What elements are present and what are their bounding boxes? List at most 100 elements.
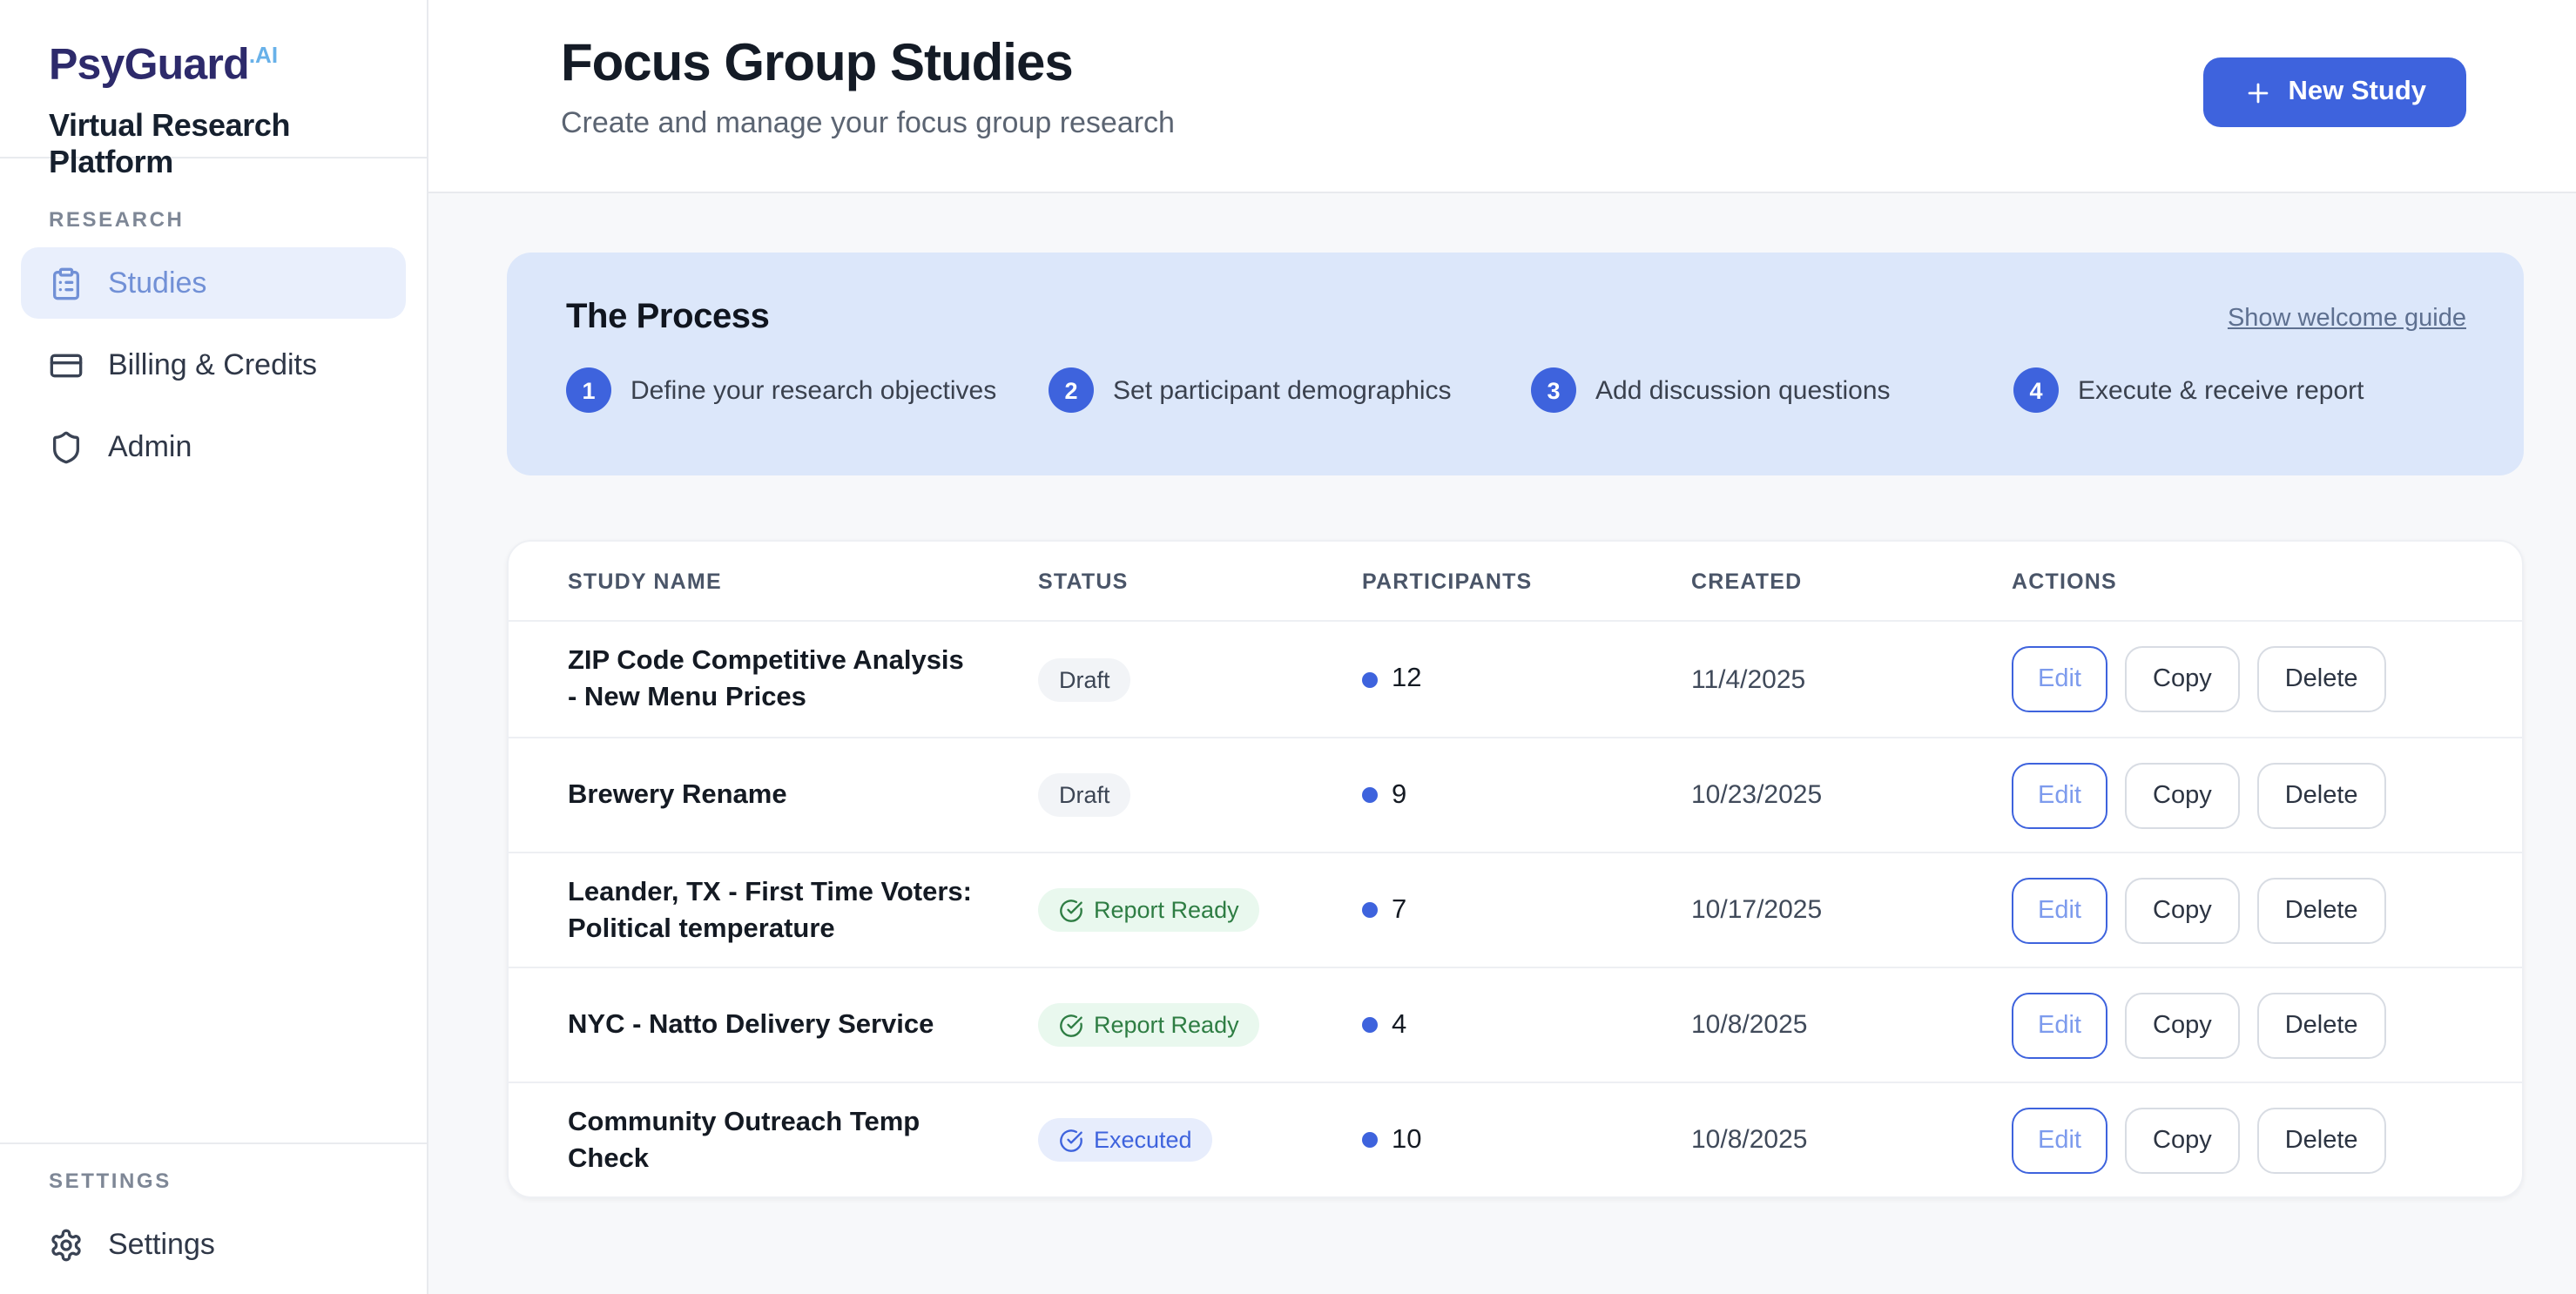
study-name: Brewery Rename	[568, 777, 1038, 813]
participants-dot-icon	[1362, 1017, 1378, 1033]
sidebar-item-label: Settings	[108, 1227, 215, 1262]
copy-button[interactable]: Copy	[2125, 1107, 2240, 1173]
copy-button[interactable]: Copy	[2125, 762, 2240, 828]
delete-button[interactable]: Delete	[2257, 646, 2386, 712]
status-label: Report Ready	[1094, 1012, 1239, 1038]
delete-button[interactable]: Delete	[2257, 877, 2386, 943]
step-number-badge: 1	[566, 367, 611, 413]
delete-button[interactable]: Delete	[2257, 1107, 2386, 1173]
table-row: ZIP Code Competitive Analysis - New Menu…	[509, 622, 2522, 737]
sidebar-nav: RESEARCH Studies Billing & Credits Admin	[0, 207, 427, 482]
column-header-actions: ACTIONS	[2012, 569, 2487, 593]
studies-table: STUDY NAME STATUS PARTICIPANTS CREATED A…	[507, 540, 2524, 1198]
edit-button[interactable]: Edit	[2012, 762, 2107, 828]
brand-suffix: .AI	[249, 42, 278, 68]
table-row: Leander, TX - First Time Voters: Politic…	[509, 852, 2522, 967]
gear-icon	[49, 1227, 84, 1262]
show-welcome-guide-link[interactable]: Show welcome guide	[2228, 304, 2466, 332]
column-header-status: STATUS	[1038, 569, 1362, 593]
study-name: NYC - Natto Delivery Service	[568, 1007, 1038, 1043]
status-label: Draft	[1059, 782, 1110, 808]
study-name: ZIP Code Competitive Analysis - New Menu…	[568, 643, 1038, 716]
sidebar-item-label: Studies	[108, 266, 206, 300]
plus-icon	[2243, 78, 2273, 107]
logo-block: PsyGuard.AI Virtual Research Platform	[0, 0, 427, 158]
edit-button[interactable]: Edit	[2012, 877, 2107, 943]
brand-name: PsyGuard	[49, 41, 249, 90]
new-study-label: New Study	[2289, 77, 2426, 108]
main-content: The Process Show welcome guide 1 Define …	[428, 193, 2576, 1294]
table-row: NYC - Natto Delivery Service Report Read…	[509, 967, 2522, 1082]
sidebar: PsyGuard.AI Virtual Research Platform RE…	[0, 0, 428, 1294]
created-date: 10/23/2025	[1691, 780, 2012, 810]
shield-icon	[49, 429, 84, 464]
status-badge: Draft	[1038, 773, 1131, 817]
edit-button[interactable]: Edit	[2012, 992, 2107, 1058]
participants-count: 10	[1392, 1124, 1422, 1156]
sidebar-item-admin[interactable]: Admin	[21, 411, 406, 482]
credit-card-icon	[49, 347, 84, 382]
process-step-1: 1 Define your research objectives	[566, 367, 1049, 413]
delete-button[interactable]: Delete	[2257, 992, 2386, 1058]
nav-section-label-research: RESEARCH	[49, 207, 378, 232]
step-text: Execute & receive report	[2078, 375, 2364, 405]
step-number-badge: 4	[2013, 367, 2059, 413]
status-badge: Draft	[1038, 657, 1131, 701]
step-number-badge: 3	[1531, 367, 1576, 413]
edit-button[interactable]: Edit	[2012, 1107, 2107, 1173]
participants-dot-icon	[1362, 671, 1378, 687]
created-date: 11/4/2025	[1691, 664, 2012, 694]
status-badge: Executed	[1038, 1118, 1213, 1162]
column-header-study-name: STUDY NAME	[568, 569, 1038, 593]
edit-button[interactable]: Edit	[2012, 646, 2107, 712]
clipboard-list-icon	[49, 266, 84, 300]
status-label: Executed	[1094, 1127, 1192, 1153]
sidebar-item-settings[interactable]: Settings	[21, 1209, 406, 1280]
nav-section-label-settings: SETTINGS	[49, 1169, 378, 1193]
step-text: Add discussion questions	[1595, 375, 1891, 405]
column-header-participants: PARTICIPANTS	[1362, 569, 1691, 593]
table-row: Brewery Rename Draft 9 10/23/2025 Edit C…	[509, 737, 2522, 852]
participants-count: 4	[1392, 1009, 1406, 1041]
page-header: Focus Group Studies Create and manage yo…	[428, 0, 2576, 193]
participants-dot-icon	[1362, 1132, 1378, 1148]
created-date: 10/8/2025	[1691, 1125, 2012, 1155]
study-name: Leander, TX - First Time Voters: Politic…	[568, 873, 1038, 947]
sidebar-item-label: Billing & Credits	[108, 347, 317, 382]
sidebar-item-studies[interactable]: Studies	[21, 247, 406, 319]
check-circle-icon	[1059, 1013, 1083, 1037]
table-header-row: STUDY NAME STATUS PARTICIPANTS CREATED A…	[509, 542, 2522, 622]
participants-dot-icon	[1362, 902, 1378, 918]
process-title: The Process	[566, 298, 770, 338]
column-header-created: CREATED	[1691, 569, 2012, 593]
copy-button[interactable]: Copy	[2125, 992, 2240, 1058]
status-badge: Report Ready	[1038, 888, 1260, 932]
process-step-4: 4 Execute & receive report	[2013, 367, 2364, 413]
check-circle-icon	[1059, 1128, 1083, 1152]
sidebar-item-billing[interactable]: Billing & Credits	[21, 329, 406, 401]
study-name: Community Outreach Temp Check	[568, 1103, 1038, 1176]
new-study-button[interactable]: New Study	[2203, 57, 2466, 127]
created-date: 10/17/2025	[1691, 895, 2012, 925]
process-step-2: 2 Set participant demographics	[1049, 367, 1531, 413]
participants-dot-icon	[1362, 787, 1378, 803]
brand-tagline: Virtual Research Platform	[49, 109, 378, 182]
table-body: ZIP Code Competitive Analysis - New Menu…	[509, 622, 2522, 1196]
process-step-3: 3 Add discussion questions	[1531, 367, 2013, 413]
sidebar-bottom: SETTINGS Settings	[0, 1142, 427, 1294]
brand-logo: PsyGuard.AI	[49, 31, 378, 90]
process-steps: 1 Define your research objectives 2 Set …	[566, 367, 2466, 413]
status-badge: Report Ready	[1038, 1003, 1260, 1047]
copy-button[interactable]: Copy	[2125, 646, 2240, 712]
copy-button[interactable]: Copy	[2125, 877, 2240, 943]
participants-count: 7	[1392, 894, 1406, 926]
participants-count: 9	[1392, 779, 1406, 811]
status-label: Draft	[1059, 666, 1110, 692]
app-root: PsyGuard.AI Virtual Research Platform RE…	[0, 0, 2576, 1294]
sidebar-item-label: Admin	[108, 429, 192, 464]
step-text: Define your research objectives	[631, 375, 996, 405]
step-text: Set participant demographics	[1113, 375, 1452, 405]
delete-button[interactable]: Delete	[2257, 762, 2386, 828]
status-label: Report Ready	[1094, 897, 1239, 923]
step-number-badge: 2	[1049, 367, 1094, 413]
